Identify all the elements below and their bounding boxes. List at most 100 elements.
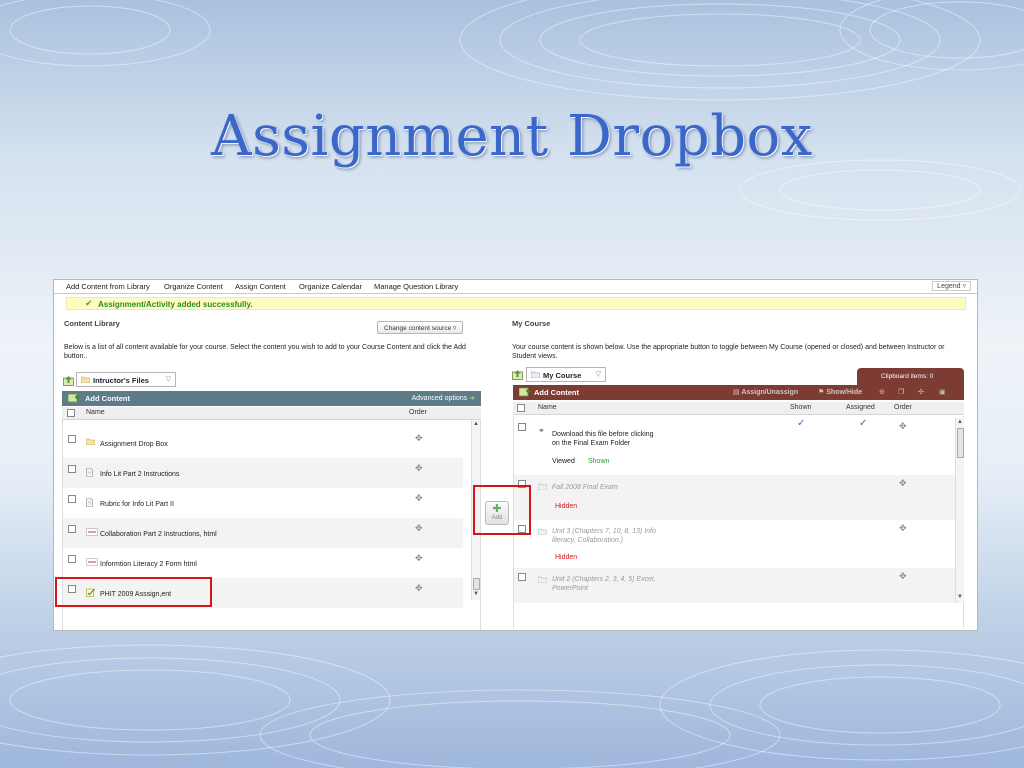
item-name: Download this file before clicking on the…	[552, 431, 654, 447]
my-course-description: Your course content is shown below. Use …	[512, 344, 945, 360]
library-column-header: Name Order	[62, 407, 481, 420]
list-item[interactable]: Assignment Drop Box ✥	[63, 428, 463, 458]
scroll-thumb[interactable]	[473, 578, 480, 590]
library-add-content-header: Add Content Advanced options ➜	[62, 391, 481, 406]
assign-unassign-button[interactable]: ▤ Assign/Unassign	[733, 388, 798, 396]
list-item[interactable]: ⚭ Download this file before clicking on t…	[514, 418, 955, 475]
item-name: Informtion Literacy 2 Form html	[100, 561, 197, 568]
success-message: Assignment/Activity added successfully.	[98, 300, 253, 309]
folder-icon	[537, 576, 548, 585]
move-handle-icon[interactable]: ✥	[415, 583, 423, 594]
paste-icon[interactable]: ▣	[939, 388, 946, 396]
tab-add-content-from-library[interactable]: Add Content from Library	[66, 282, 150, 291]
course-item-list: ⚭ Download this file before clicking on t…	[513, 416, 964, 628]
folder-up-icon[interactable]	[63, 375, 74, 386]
move-handle-icon[interactable]: ✥	[415, 463, 423, 474]
move-icon[interactable]: ✣	[918, 388, 924, 396]
library-folder-select[interactable]: Intructor's Files ▽	[76, 372, 176, 387]
tab-assign-content[interactable]: Assign Content	[235, 282, 286, 291]
hidden-status: Hidden	[555, 554, 578, 561]
tab-organize-calendar[interactable]: Organize Calendar	[299, 282, 362, 291]
add-content-icon	[518, 387, 530, 399]
checkmark-icon: ✔	[85, 298, 93, 308]
remove-icon[interactable]: ⊖	[879, 388, 885, 396]
move-handle-icon[interactable]: ✥	[415, 433, 423, 444]
course-column-header: Name Shown Assigned Order	[513, 402, 964, 415]
item-name: Info Lit Part 2 Instructions	[100, 471, 180, 478]
move-handle-icon[interactable]: ✥	[415, 523, 423, 534]
shown-check-icon: ✓	[797, 418, 806, 429]
lms-content-panel: Add Content from Library Organize Conten…	[53, 279, 978, 631]
content-library-description: Below is a list of all content available…	[64, 344, 466, 360]
order-column-header: Order	[409, 409, 427, 416]
select-all-checkbox[interactable]	[517, 404, 525, 412]
my-course-title: My Course	[512, 319, 551, 328]
course-add-content-header: Add Content ▤ Assign/Unassign ⚑ Show/Hid…	[513, 385, 964, 400]
name-column-header: Name	[86, 409, 105, 416]
move-handle-icon[interactable]: ✥	[415, 493, 423, 504]
tab-manage-question-library[interactable]: Manage Question Library	[374, 282, 458, 291]
assigned-check-icon: ✓	[859, 418, 868, 429]
item-checkbox[interactable]	[518, 573, 526, 581]
show-hide-button[interactable]: ⚑ Show/Hide	[818, 388, 862, 396]
item-name: Unit 2 (Chapters 2, 3, 4, 5) Excel, Power…	[552, 576, 656, 592]
list-item[interactable]: Unit 3 (Chapters 7, 10, 8, 13) Info liter…	[514, 520, 955, 568]
scroll-down-icon[interactable]: ▼	[957, 594, 963, 600]
highlight-new-assignment	[55, 577, 212, 607]
move-handle-icon[interactable]: ✥	[899, 421, 907, 432]
chevron-down-icon: ▽	[595, 371, 601, 378]
select-all-checkbox[interactable]	[67, 409, 75, 417]
folder-icon	[85, 438, 96, 447]
document-icon	[86, 468, 93, 479]
content-library-title: Content Library	[64, 319, 120, 328]
move-handle-icon[interactable]: ✥	[899, 523, 907, 534]
scroll-thumb[interactable]	[957, 428, 964, 458]
list-item[interactable]: Informtion Literacy 2 Form html ✥	[63, 548, 463, 578]
item-name: Assignment Drop Box	[100, 441, 168, 448]
item-checkbox[interactable]	[518, 423, 526, 431]
item-checkbox[interactable]	[68, 555, 76, 563]
list-item[interactable]: Unit 2 (Chapters 2, 3, 4, 5) Excel, Power…	[514, 568, 955, 603]
name-column-header: Name	[538, 404, 557, 411]
advanced-options-link[interactable]: Advanced options ➜	[412, 394, 475, 402]
legend-button[interactable]: Legend ▿	[932, 281, 971, 291]
item-checkbox[interactable]	[68, 525, 76, 533]
html-file-icon	[86, 558, 98, 568]
scroll-up-icon[interactable]: ▲	[957, 419, 963, 425]
folder-icon	[537, 528, 548, 537]
tab-organize-content[interactable]: Organize Content	[164, 282, 223, 291]
html-file-icon	[86, 528, 98, 538]
list-item[interactable]: Fall 2008 Final Exam Hidden ✥	[514, 475, 955, 520]
item-checkbox[interactable]	[68, 465, 76, 473]
change-content-source-button[interactable]: Change content source ▿	[377, 321, 464, 334]
move-handle-icon[interactable]: ✥	[415, 553, 423, 564]
move-handle-icon[interactable]: ✥	[899, 478, 907, 489]
course-scrollbar[interactable]: ▲ ▼	[955, 418, 964, 603]
highlight-add-button	[473, 485, 531, 535]
shown-status: Shown	[588, 458, 610, 465]
item-name: Unit 3 (Chapters 7, 10, 8, 13) Info liter…	[552, 528, 656, 544]
folder-icon	[537, 483, 548, 492]
hidden-status: Hidden	[555, 503, 578, 510]
item-name: Fall 2008 Final Exam	[552, 484, 618, 491]
scroll-down-icon[interactable]: ▼	[473, 591, 479, 597]
list-item[interactable]: Collaboration Part 2 Instructions, html …	[63, 518, 463, 548]
document-icon	[86, 498, 93, 509]
add-content-icon	[67, 393, 79, 405]
arrow-right-icon: ➜	[469, 395, 475, 402]
move-handle-icon[interactable]: ✥	[899, 571, 907, 582]
viewed-status: Viewed	[552, 458, 575, 465]
item-checkbox[interactable]	[68, 435, 76, 443]
assigned-column-header: Assigned	[846, 404, 875, 411]
link-icon: ⚭	[538, 426, 545, 435]
copy-icon[interactable]: ❐	[898, 388, 904, 396]
item-name: Rubric for Info Lit Part II	[100, 501, 174, 508]
clipboard-tab[interactable]: Clipboard items: 0	[857, 368, 964, 385]
list-item[interactable]: Rubric for Info Lit Part II ✥	[63, 488, 463, 518]
scroll-up-icon[interactable]: ▲	[473, 421, 479, 427]
item-checkbox[interactable]	[68, 495, 76, 503]
item-name: Collaboration Part 2 Instructions, html	[100, 531, 217, 538]
course-folder-select[interactable]: My Course ▽	[526, 367, 606, 382]
folder-up-icon[interactable]	[512, 369, 523, 380]
list-item[interactable]: Info Lit Part 2 Instructions ✥	[63, 458, 463, 488]
